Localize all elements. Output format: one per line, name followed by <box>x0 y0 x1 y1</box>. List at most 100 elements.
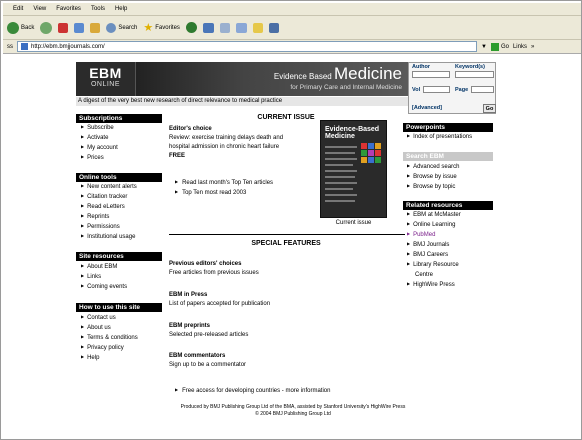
edit-icon[interactable] <box>235 22 247 33</box>
star-icon: ★ <box>143 22 154 34</box>
folder-icon[interactable] <box>252 22 263 33</box>
free-badge: FREE <box>169 153 186 159</box>
stop-icon[interactable] <box>58 22 69 33</box>
refresh-icon[interactable] <box>74 22 85 33</box>
url-input[interactable]: http://ebm.bmjjournals.com/ <box>17 41 477 52</box>
print-icon[interactable] <box>219 22 230 33</box>
link-terms-conditions[interactable]: Terms & conditions <box>81 333 138 343</box>
site-resources-header: Site resources <box>76 252 162 261</box>
search-button[interactable]: Search <box>106 22 137 33</box>
keyword-input[interactable] <box>455 71 494 78</box>
search-ebm-list: Advanced searchBrowse by issueBrowse by … <box>407 162 459 192</box>
site-banner: EBM ONLINE Evidence Based Medicine for P… <box>76 62 496 114</box>
web-page: EBM ONLINE Evidence Based Medicine for P… <box>3 54 581 439</box>
link-privacy-policy[interactable]: Privacy policy <box>81 343 138 353</box>
link-ebm-at-mcmaster[interactable]: EBM at McMaster <box>407 210 461 220</box>
search-go-button[interactable]: Go <box>483 104 496 113</box>
chevron-right-icon[interactable]: » <box>531 44 534 50</box>
link-citation-tracker[interactable]: Citation tracker <box>81 192 137 202</box>
link-institutional-usage[interactable]: Institutional usage <box>81 232 137 242</box>
ebm-commentators-link[interactable]: EBM commentators <box>169 352 225 361</box>
author-input[interactable] <box>412 71 450 78</box>
feature-description: List of papers accepted for publication <box>169 301 271 307</box>
ebm-in-press-link[interactable]: EBM in Press <box>169 291 207 300</box>
link-pubmed[interactable]: PubMed <box>407 230 461 240</box>
link-subscribe[interactable]: Subscribe <box>81 123 118 133</box>
link-browse-by-issue[interactable]: Browse by issue <box>407 172 459 182</box>
menu-help[interactable]: Help <box>115 6 127 12</box>
current-issue-link[interactable]: Current issue <box>320 220 387 226</box>
advanced-search-link[interactable]: [Advanced] <box>412 105 442 111</box>
cover-artwork-icon <box>361 143 383 163</box>
search-ebm-header: Search EBM <box>403 152 493 161</box>
link-help[interactable]: Help <box>81 353 138 363</box>
banner-title: Evidence Based Medicine for Primary Care… <box>136 62 408 96</box>
how-to-use-list: Contact usAbout usTerms & conditionsPriv… <box>81 313 138 363</box>
link-about-us[interactable]: About us <box>81 323 138 333</box>
powerpoints-header: Powerpoints <box>403 123 493 132</box>
top-ten-last-month-link[interactable]: Read last month's Top Ten articles <box>175 178 273 188</box>
link-prices[interactable]: Prices <box>81 153 118 163</box>
link-coming-events[interactable]: Coming events <box>81 282 127 292</box>
back-button[interactable]: Back <box>7 21 34 34</box>
link-highwire-press[interactable]: HighWire Press <box>407 280 461 290</box>
page-input[interactable] <box>471 86 494 93</box>
volume-input[interactable] <box>423 86 450 93</box>
ebm-online-logo[interactable]: EBM ONLINE <box>76 62 136 96</box>
how-to-use-header: How to use this site <box>76 303 162 312</box>
page-footer: Produced by BMJ Publishing Group Ltd of … <box>180 404 406 417</box>
current-issue-cover[interactable]: Evidence-Based Medicine <box>320 120 387 218</box>
go-button[interactable]: Go <box>490 42 509 51</box>
menu-favorites[interactable]: Favorites <box>56 6 81 12</box>
subscriptions-header: Subscriptions <box>76 114 162 123</box>
site-tagline: A digest of the very best new research o… <box>76 97 408 106</box>
link-bmj-journals[interactable]: BMJ Journals <box>407 240 461 250</box>
link-library-resource[interactable]: Library Resource <box>407 260 461 270</box>
go-arrow-icon <box>490 42 499 51</box>
favorites-button[interactable]: ★ Favorites <box>143 21 180 34</box>
messenger-icon[interactable] <box>268 22 279 33</box>
back-arrow-icon <box>7 21 19 34</box>
feature-description: Free articles from previous issues <box>169 270 259 276</box>
link-index-of-presentations[interactable]: Index of presentations <box>407 132 472 142</box>
editors-choice-title: Editor's choice <box>169 126 212 132</box>
developing-countries-link[interactable]: Free access for developing countries - m… <box>175 386 330 396</box>
link-bmj-careers[interactable]: BMJ Careers <box>407 250 461 260</box>
link-activate[interactable]: Activate <box>81 133 118 143</box>
divider <box>169 234 405 235</box>
menu-view[interactable]: View <box>33 6 46 12</box>
home-icon[interactable] <box>90 22 101 33</box>
link-online-learning[interactable]: Online Learning <box>407 220 461 230</box>
feature-description: Sign up to be a commentator <box>169 362 247 368</box>
ebm-preprints-link[interactable]: EBM preprints <box>169 322 210 331</box>
mail-icon[interactable] <box>202 22 214 33</box>
editors-choice-link[interactable]: Review: exercise training delays death a… <box>169 134 283 152</box>
link-read-eletters[interactable]: Read eLetters <box>81 202 137 212</box>
link-centre[interactable]: Centre <box>407 270 461 280</box>
links-button[interactable]: Links <box>513 44 527 50</box>
link-contact-us[interactable]: Contact us <box>81 313 138 323</box>
dropdown-arrow-icon[interactable]: ▼ <box>481 44 487 50</box>
link-permissions[interactable]: Permissions <box>81 222 137 232</box>
top-ten-2003-link[interactable]: Top Ten most read 2003 <box>175 188 246 198</box>
menu-tools[interactable]: Tools <box>91 6 105 12</box>
link-my-account[interactable]: My account <box>81 143 118 153</box>
history-icon[interactable] <box>185 22 197 33</box>
previous-editors-choices-link[interactable]: Previous editors' choices <box>169 260 241 269</box>
browser-window: Edit View Favorites Tools Help Back Search ★… <box>0 0 582 440</box>
powerpoints-list: Index of presentations <box>407 132 472 142</box>
link-browse-by-topic[interactable]: Browse by topic <box>407 182 459 192</box>
forward-arrow-icon[interactable] <box>40 21 53 34</box>
link-advanced-search[interactable]: Advanced search <box>407 162 459 172</box>
link-about-ebm[interactable]: About EBM <box>81 262 127 272</box>
special-features-heading: SPECIAL FEATURES <box>251 240 321 247</box>
menu-bar: Edit View Favorites Tools Help <box>3 3 581 16</box>
related-resources-header: Related resources <box>403 201 493 210</box>
subscriptions-list: SubscribeActivateMy accountPrices <box>81 123 118 163</box>
menu-edit[interactable]: Edit <box>13 6 23 12</box>
link-reprints[interactable]: Reprints <box>81 212 137 222</box>
search-icon <box>106 22 117 33</box>
address-bar: ss http://ebm.bmjjournals.com/ ▼ Go Link… <box>3 40 581 54</box>
link-new-content-alerts[interactable]: New content alerts <box>81 182 137 192</box>
link-links[interactable]: Links <box>81 272 127 282</box>
